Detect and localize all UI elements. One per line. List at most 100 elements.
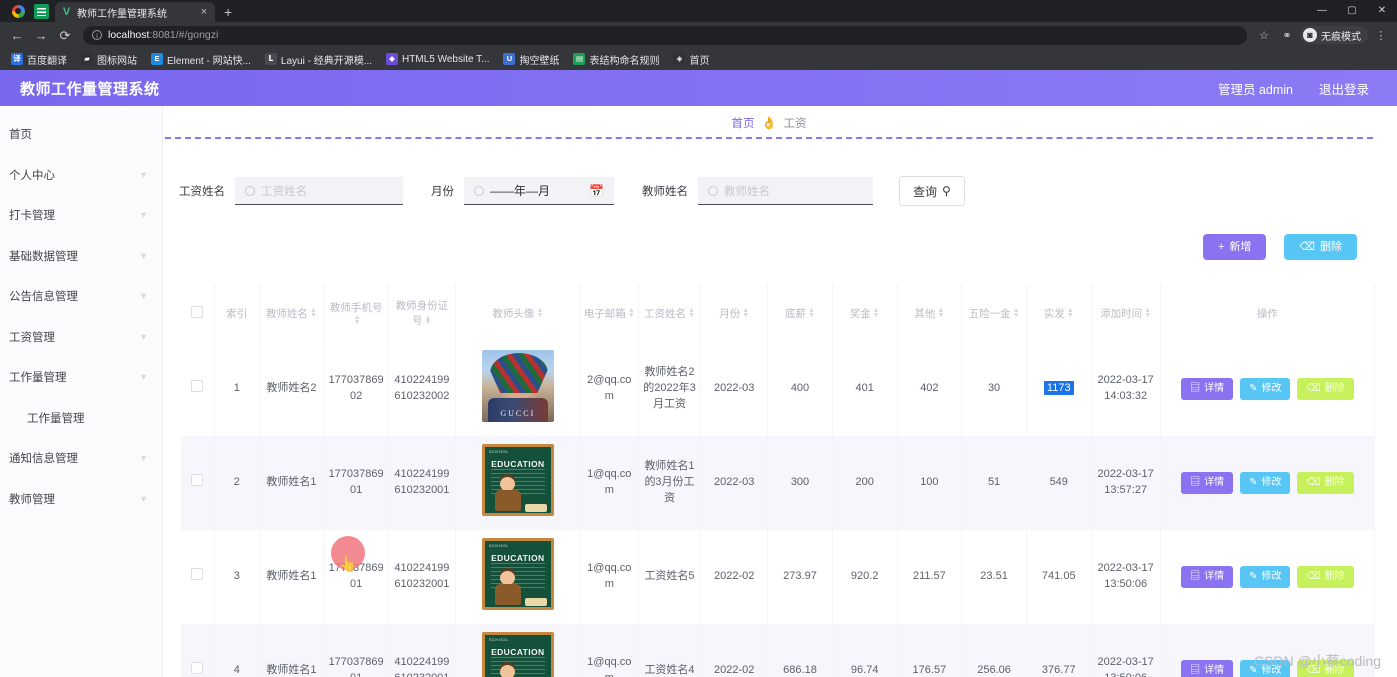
row-checkbox[interactable]	[191, 473, 204, 486]
search-icon: ⚲	[942, 184, 951, 198]
column-header-idcard[interactable]: 教师身份证号 ▲ ▼	[388, 284, 456, 342]
sort-icon[interactable]: ▲ ▼	[873, 307, 880, 318]
sidebar-item[interactable]: 基础数据管理 ▼	[0, 236, 162, 277]
breadcrumb-home[interactable]: 首页	[732, 115, 755, 131]
sort-icon[interactable]: ▲ ▼	[688, 307, 695, 318]
bookmark-item[interactable]: ◆ HTML5 Website T...	[379, 49, 496, 69]
sheets-app-icon[interactable]	[34, 4, 49, 19]
chevron-down-icon: ▼	[139, 169, 148, 180]
delete-button[interactable]: ⌫ 删除	[1297, 377, 1354, 400]
sort-icon[interactable]: ▲ ▼	[937, 307, 944, 318]
maximize-button[interactable]: ▢	[1337, 0, 1367, 22]
delete-button[interactable]: ⌫ 删除	[1297, 471, 1354, 494]
month-input[interactable]: ——年—月 📅	[464, 177, 614, 205]
column-header-month[interactable]: 月份 ▲ ▼	[700, 284, 769, 342]
edit-button[interactable]: ✎ 修改	[1240, 471, 1291, 494]
column-header-phone[interactable]: 教师手机号 ▲ ▼	[323, 284, 389, 342]
delete-button[interactable]: ⌫ 删除	[1297, 565, 1354, 588]
sort-icon[interactable]: ▲ ▼	[536, 307, 543, 318]
browser-tab[interactable]: V 教师工作量管理系统 ×	[55, 2, 215, 22]
detail-button[interactable]: ▤ 详情	[1181, 565, 1234, 588]
cell-base: 686.18	[767, 623, 833, 677]
sort-icon[interactable]: ▲ ▼	[742, 307, 749, 318]
column-header-base[interactable]: 底薪 ▲ ▼	[767, 284, 833, 342]
key-icon[interactable]: ⚭	[1277, 25, 1297, 45]
edit-button[interactable]: ✎ 修改	[1240, 565, 1291, 588]
sidebar-item[interactable]: 首页	[0, 114, 162, 155]
address-bar[interactable]: i localhost:8081/#/gongzi	[83, 25, 1247, 45]
forward-icon[interactable]: →	[30, 24, 52, 46]
new-tab-button[interactable]: +	[215, 2, 241, 22]
row-checkbox[interactable]	[191, 661, 204, 674]
column-header-label: 教师手机号	[329, 301, 383, 314]
sort-icon[interactable]: ▲ ▼	[1144, 307, 1151, 318]
table-row[interactable]: 4教师姓名117703786901410224199610232001 SCHOO…	[181, 623, 1375, 677]
logout-button[interactable]: 退出登录	[1319, 79, 1369, 98]
table-row[interactable]: 1 教师姓名2 17703786902 410224199610232002 GUCCI…	[181, 342, 1375, 436]
teacher-name-input[interactable]: 教师姓名	[698, 177, 873, 205]
edit-button[interactable]: ✎ 修改	[1240, 377, 1291, 400]
select-all-checkbox[interactable]	[191, 305, 204, 318]
row-checkbox[interactable]	[191, 380, 204, 392]
salary-name-input[interactable]: 工资姓名	[235, 177, 403, 205]
calendar-icon[interactable]: 📅	[589, 184, 604, 198]
sidebar-item[interactable]: 个人中心 ▼	[0, 155, 162, 196]
data-table-wrapper[interactable]: 索引 教师姓名 ▲ ▼ 教师手机号 ▲ ▼ 教师身份证号 ▲ ▼ 教师头像 ▲ ▼ 电子邮箱 ▲ ▼ 工资姓名 ▲…	[181, 284, 1375, 677]
bulk-delete-button[interactable]: ⌫ 删除	[1284, 234, 1357, 260]
sort-icon[interactable]: ▲ ▼	[310, 307, 317, 318]
add-button[interactable]: + 新增	[1203, 234, 1267, 260]
detail-button[interactable]: ▤ 详情	[1181, 471, 1234, 494]
sort-icon[interactable]: ▲ ▼	[1067, 307, 1074, 318]
cell-phone: 17703786901	[323, 623, 389, 677]
reload-icon[interactable]: ⟳	[54, 24, 76, 46]
row-select-cell[interactable]	[181, 342, 215, 436]
sort-icon[interactable]: ▲ ▼	[808, 307, 815, 318]
bookmark-item[interactable]: ▤ 表结构命名规则	[566, 49, 666, 69]
sidebar-item[interactable]: 教师管理 ▼	[0, 479, 162, 520]
sidebar-item[interactable]: 工资管理 ▼	[0, 317, 162, 358]
sort-icon[interactable]: ▲ ▼	[425, 315, 432, 326]
teacher-name-placeholder: 教师姓名	[724, 185, 770, 198]
sort-icon[interactable]: ▲ ▼	[354, 314, 361, 325]
table-row[interactable]: 2 教师姓名1 17703786901 410224199610232001 SCHOO…	[181, 435, 1375, 530]
back-icon[interactable]: ←	[6, 24, 28, 46]
bookmark-item[interactable]: 译百度翻译	[4, 49, 74, 69]
column-header-avatar[interactable]: 教师头像 ▲ ▼	[455, 284, 581, 342]
row-select-cell[interactable]	[181, 623, 215, 677]
column-header-email[interactable]: 电子邮箱 ▲ ▼	[580, 284, 639, 342]
window-close-button[interactable]: ✕	[1367, 0, 1397, 22]
row-checkbox[interactable]	[191, 567, 204, 580]
column-header-tname[interactable]: 教师姓名 ▲ ▼	[259, 284, 325, 342]
close-icon[interactable]: ×	[199, 6, 209, 18]
cell-sname: 教师姓名2的2022年3月工资	[638, 342, 702, 436]
info-icon[interactable]: i	[92, 30, 102, 40]
query-button[interactable]: 查询 ⚲	[899, 176, 965, 206]
sidebar-item[interactable]: 打卡管理 ▼	[0, 195, 162, 236]
bookmark-item[interactable]: E Element - 网站快...	[144, 49, 258, 69]
sort-icon[interactable]: ▲ ▼	[628, 307, 635, 318]
bookmark-item[interactable]: ◈ 首页	[666, 49, 716, 69]
column-header-insur[interactable]: 五险一金 ▲ ▼	[961, 284, 1027, 342]
incognito-badge[interactable]: ◙ 无痕模式	[1300, 26, 1368, 44]
sort-icon[interactable]: ▲ ▼	[1013, 307, 1020, 318]
bookmark-item[interactable]: ▰ 图标网站	[74, 49, 144, 69]
detail-button[interactable]: ▤ 详情	[1181, 659, 1234, 677]
column-header-sname[interactable]: 工资姓名 ▲ ▼	[638, 284, 702, 342]
sidebar-item[interactable]: 通知信息管理 ▼	[0, 438, 162, 479]
sidebar-item[interactable]: 公告信息管理 ▼	[0, 276, 162, 317]
column-header-bonus[interactable]: 奖金 ▲ ▼	[832, 284, 898, 342]
row-select-cell[interactable]	[181, 529, 215, 624]
sidebar-item[interactable]: 工作量管理	[0, 398, 162, 439]
column-header-addtime[interactable]: 添加时间 ▲ ▼	[1091, 284, 1161, 342]
sidebar-item[interactable]: 工作量管理 ▼	[0, 357, 162, 398]
cell-insur: 256.06	[961, 623, 1027, 677]
bookmark-item[interactable]: Ⅼ Layui - 经典开源模...	[258, 49, 379, 69]
menu-icon[interactable]: ⋮	[1371, 25, 1391, 45]
bookmark-item[interactable]: U 掏空壁纸	[496, 49, 566, 69]
column-header-actual[interactable]: 实发 ▲ ▼	[1026, 284, 1092, 342]
column-header-other[interactable]: 其他 ▲ ▼	[897, 284, 963, 342]
row-select-cell[interactable]	[181, 435, 215, 530]
detail-button[interactable]: ▤ 详情	[1181, 377, 1234, 400]
minimize-button[interactable]: —	[1307, 0, 1337, 22]
bookmark-star-icon[interactable]: ☆	[1254, 25, 1274, 45]
